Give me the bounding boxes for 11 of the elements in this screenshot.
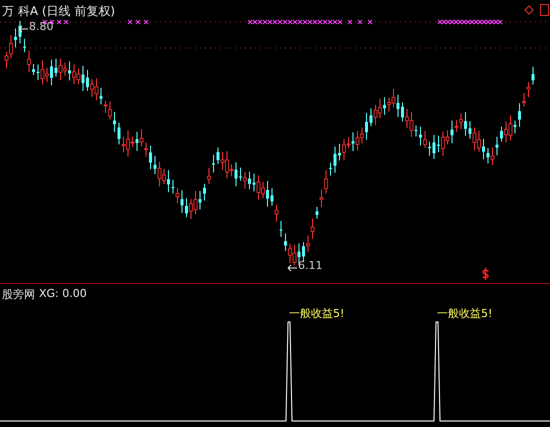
diamond-icon[interactable] [524,5,534,15]
arrow-icon [18,25,28,33]
indicator-reading: XG: 0.00 [39,287,87,302]
arrow-icon [287,264,297,272]
window-icon[interactable] [540,4,549,16]
indicator-name: 股旁网 [2,287,35,302]
low-price-label: 6.11 [298,259,322,272]
high-price-label: 8.80 [29,20,54,33]
signal-label: 一般收益5! [289,306,344,321]
signal-label: 一般收益5! [437,306,492,321]
chart-title: 万 科A (日线 前复权) [2,3,116,20]
